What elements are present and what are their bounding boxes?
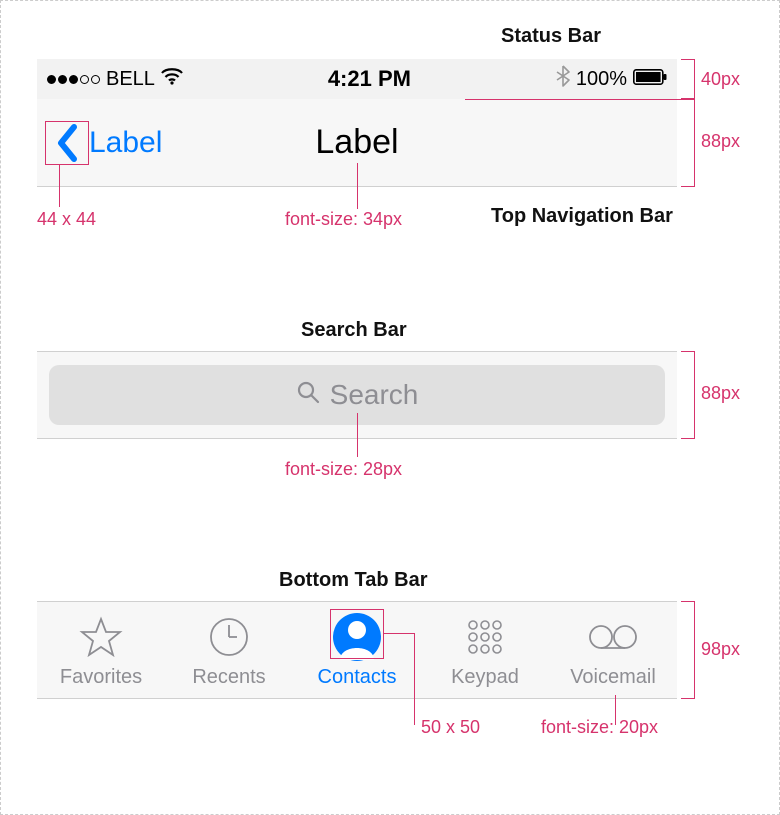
- annotation-line: [357, 163, 358, 209]
- tab-label: Voicemail: [570, 666, 656, 689]
- search-icon: [296, 379, 320, 411]
- bluetooth-icon: [556, 65, 570, 93]
- back-label: Label: [89, 126, 162, 160]
- annotation: 50 x 50: [421, 717, 480, 738]
- section-label-tabbar: Bottom Tab Bar: [279, 569, 428, 592]
- dim-bracket: [681, 351, 695, 439]
- voicemail-icon: [588, 612, 638, 662]
- annotation: 40px: [701, 69, 740, 90]
- dim-bracket: [681, 99, 695, 187]
- tab-voicemail[interactable]: Voicemail: [549, 602, 677, 698]
- wifi-icon: [161, 67, 183, 91]
- battery-percent: 100%: [576, 68, 627, 91]
- status-left: BELL: [47, 67, 183, 91]
- annotation-line: [414, 633, 415, 725]
- carrier-label: BELL: [106, 68, 155, 91]
- tab-label: Recents: [192, 666, 265, 689]
- annotation-box: [330, 609, 384, 659]
- tab-label: Keypad: [451, 666, 519, 689]
- annotation: 44 x 44: [37, 209, 96, 230]
- annotation: font-size: 20px: [541, 717, 658, 738]
- clock-label: 4:21 PM: [328, 66, 411, 92]
- annotation: 98px: [701, 639, 740, 660]
- annotation: font-size: 28px: [285, 459, 402, 480]
- dim-bracket: [681, 59, 695, 99]
- annotation: font-size: 34px: [285, 209, 402, 230]
- tab-keypad[interactable]: Keypad: [421, 602, 549, 698]
- annotation: 88px: [701, 131, 740, 152]
- section-label-search: Search Bar: [301, 319, 407, 342]
- annotation-box: [45, 121, 89, 165]
- status-bar: BELL 4:21 PM 100%: [37, 59, 677, 99]
- star-icon: [76, 612, 126, 662]
- search-placeholder: Search: [330, 379, 419, 411]
- annotation-line: [59, 165, 60, 207]
- annotation-line: [384, 633, 414, 634]
- section-label-nav: Top Navigation Bar: [491, 205, 673, 228]
- tab-recents[interactable]: Recents: [165, 602, 293, 698]
- status-right: 100%: [556, 65, 667, 93]
- clock-icon: [204, 612, 254, 662]
- tab-label: Favorites: [60, 666, 142, 689]
- annotation: 88px: [701, 383, 740, 404]
- annotation-line: [357, 413, 358, 457]
- battery-icon: [633, 68, 667, 91]
- section-label-status: Status Bar: [501, 25, 601, 48]
- nav-title: Label: [315, 123, 398, 162]
- annotation-line: [465, 99, 681, 100]
- dim-bracket: [681, 601, 695, 699]
- tab-label: Contacts: [318, 666, 397, 689]
- tab-favorites[interactable]: Favorites: [37, 602, 165, 698]
- keypad-icon: [460, 612, 510, 662]
- signal-dots-icon: [47, 75, 100, 84]
